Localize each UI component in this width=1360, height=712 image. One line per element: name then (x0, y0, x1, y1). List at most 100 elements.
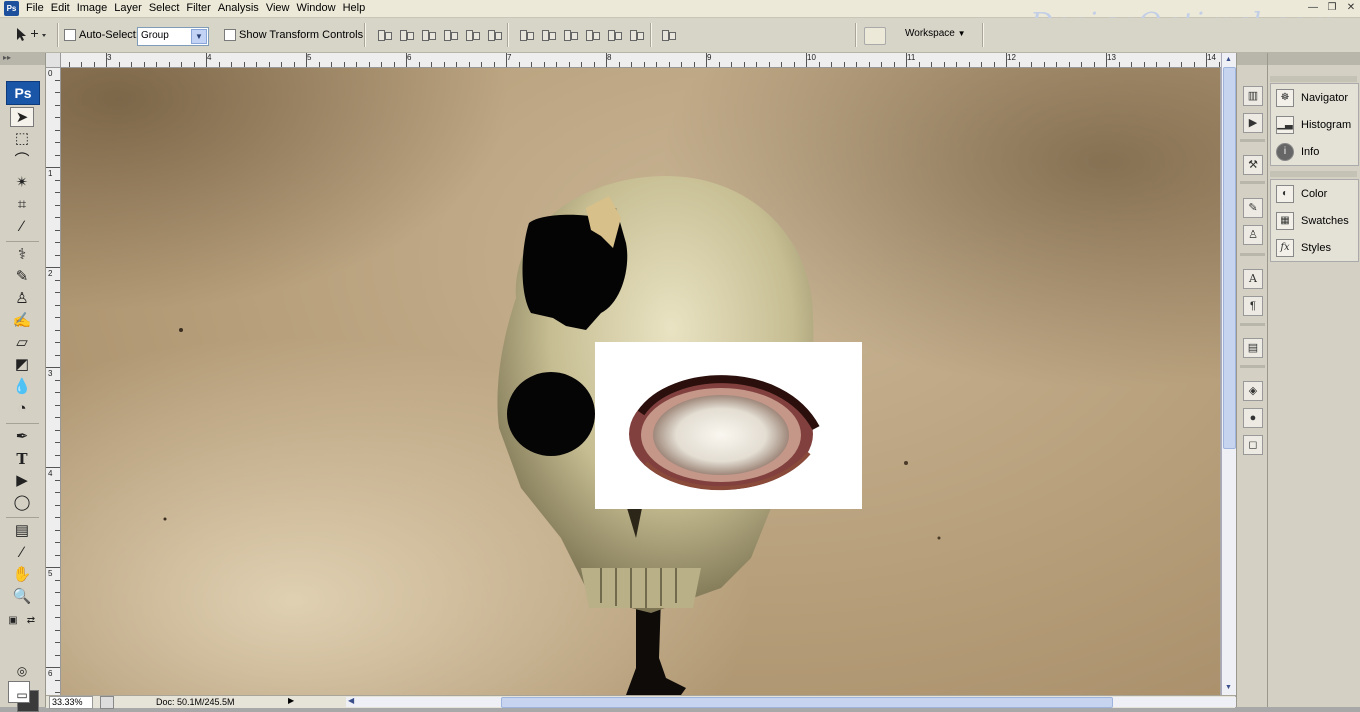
history-brush-tool-icon[interactable]: ✍ (10, 311, 34, 331)
screen-mode-icon[interactable]: ▭ (10, 685, 34, 705)
menu-file[interactable]: File (25, 0, 50, 17)
paragraph-panel-icon[interactable]: ¶ (1243, 296, 1263, 316)
notes-tool-icon[interactable]: ▤ (10, 521, 34, 541)
clone-source-icon[interactable]: ♙ (1243, 225, 1263, 245)
ruler-top[interactable]: 3 4 5 6 7 8 9 10 11 12 13 14 (46, 53, 1221, 68)
minimize-icon[interactable]: ― (1305, 1, 1321, 14)
distribute-hcenter-icon[interactable] (606, 27, 624, 42)
status-arrow-icon[interactable]: ▶ (288, 696, 294, 705)
auto-select-checkbox[interactable]: Auto-Select: (64, 18, 139, 52)
panel-histogram[interactable]: ▁▃ Histogram (1271, 111, 1358, 138)
auto-select-check-box[interactable] (64, 29, 76, 41)
distribute-bottom-icon[interactable] (562, 27, 580, 42)
workspace-menu[interactable]: Workspace ▼ (905, 28, 966, 39)
distribute-vcenter-icon[interactable] (540, 27, 558, 42)
quick-mask-icon[interactable]: ◎ (10, 661, 34, 681)
align-bottom-icon[interactable] (420, 27, 438, 42)
distribute-top-icon[interactable] (518, 27, 536, 42)
blur-tool-icon[interactable]: 💧 (10, 377, 34, 397)
align-right-icon[interactable] (486, 27, 504, 42)
distribute-right-icon[interactable] (628, 27, 646, 42)
move-tool-preset-icon[interactable] (14, 18, 46, 52)
paths-panel-icon[interactable]: ◻ (1243, 435, 1263, 455)
dodge-tool-icon[interactable]: ◔ (10, 399, 34, 419)
tool-presets-icon[interactable]: ⚒ (1243, 155, 1263, 175)
menu-help[interactable]: Help (342, 0, 372, 17)
ruler-left[interactable]: 0 1 2 3 4 5 6 (46, 67, 61, 695)
eyedropper-alt-tool-icon[interactable]: ∕ (10, 543, 34, 563)
actions-panel-icon[interactable]: ▶ (1243, 113, 1263, 133)
layer-comps-icon[interactable]: ▤ (1243, 338, 1263, 358)
healing-brush-tool-icon[interactable]: ⚕ (10, 245, 34, 265)
menu-view[interactable]: View (265, 0, 296, 17)
swap-colors-icon[interactable]: ⇄ (24, 611, 38, 631)
menu-filter[interactable]: Filter (185, 0, 216, 17)
panel-swatches[interactable]: ▦ Swatches (1271, 207, 1358, 234)
pen-tool-icon[interactable]: ✒ (10, 427, 34, 447)
history-panel-icon[interactable]: ▥ (1243, 86, 1263, 106)
panel-group-handle[interactable] (1270, 171, 1357, 177)
vertical-scroll-thumb[interactable] (1223, 67, 1236, 449)
clone-stamp-tool-icon[interactable]: ♙ (10, 289, 34, 309)
default-colors-icon[interactable]: ▣ (6, 611, 20, 631)
type-tool-icon[interactable]: T (10, 449, 34, 469)
ruler-tick (55, 142, 60, 143)
show-transform-check-box[interactable] (224, 29, 236, 41)
status-menu-icon[interactable] (100, 696, 114, 709)
distribute-left-icon[interactable] (584, 27, 602, 42)
align-left-icon[interactable] (442, 27, 460, 42)
restore-icon[interactable]: ❐ (1324, 1, 1340, 14)
eyedropper-tool-icon[interactable]: ∕ (10, 217, 34, 237)
panels-header[interactable] (1268, 53, 1360, 65)
align-vcenter-icon[interactable] (398, 27, 416, 42)
channels-panel-icon[interactable]: ● (1243, 408, 1263, 428)
show-transform-controls-checkbox[interactable]: Show Transform Controls (224, 18, 363, 52)
horizontal-scroll-thumb[interactable] (501, 697, 1113, 708)
move-tool-icon[interactable]: ➤ (10, 107, 34, 127)
zoom-level-field[interactable]: 33.33% (49, 696, 93, 709)
menu-analysis[interactable]: Analysis (217, 0, 265, 17)
close-icon[interactable]: ✕ (1343, 1, 1359, 14)
shape-tool-icon[interactable]: ◯ (10, 493, 34, 513)
menu-select[interactable]: Select (148, 0, 186, 17)
auto-align-icon[interactable] (660, 27, 678, 42)
toolbox: ▸▸ Ps ➤ ⬚ ⌒ ✴ ⌗ ∕ ⚕ ✎ ♙ ✍ ▱ ◩ 💧 ◔ ✒ T ▶ … (0, 53, 46, 712)
scroll-left-icon[interactable]: ◀ (348, 696, 354, 705)
panel-color[interactable]: ◐ Color (1271, 180, 1358, 207)
auto-select-label: Auto-Select: (79, 29, 139, 41)
menu-window[interactable]: Window (295, 0, 341, 17)
scroll-up-icon[interactable]: ▲ (1223, 54, 1234, 66)
vertical-scrollbar[interactable]: ▲ ▼ (1221, 53, 1236, 695)
brushes-panel-icon[interactable]: ✎ (1243, 198, 1263, 218)
toolbox-header[interactable]: ▸▸ (0, 53, 45, 65)
auto-select-dropdown[interactable]: Group ▼ (137, 27, 209, 46)
dock-header[interactable] (1237, 53, 1268, 65)
marquee-tool-icon[interactable]: ⬚ (10, 129, 34, 149)
panel-info[interactable]: i Info (1271, 138, 1358, 165)
hand-tool-icon[interactable]: ✋ (10, 565, 34, 585)
horizontal-scrollbar[interactable]: ◀ ▶ (346, 696, 1266, 708)
crop-tool-icon[interactable]: ⌗ (10, 195, 34, 215)
ruler-corner[interactable] (46, 53, 61, 68)
magic-wand-tool-icon[interactable]: ✴ (10, 173, 34, 193)
panel-group-handle[interactable] (1270, 76, 1357, 82)
menu-edit[interactable]: Edit (50, 0, 76, 17)
layers-panel-icon[interactable]: ◈ (1243, 381, 1263, 401)
zoom-tool-icon[interactable]: 🔍 (10, 587, 34, 607)
document-canvas[interactable] (61, 68, 1220, 695)
brush-tool-icon[interactable]: ✎ (10, 267, 34, 287)
path-selection-tool-icon[interactable]: ▶ (10, 471, 34, 491)
panel-navigator[interactable]: ☸ Navigator (1271, 84, 1358, 111)
lasso-tool-icon[interactable]: ⌒ (10, 151, 34, 171)
align-hcenter-icon[interactable] (464, 27, 482, 42)
binoculars-icon[interactable] (864, 27, 886, 45)
panel-styles[interactable]: fx Styles (1271, 234, 1358, 261)
scroll-down-icon[interactable]: ▼ (1223, 682, 1234, 694)
menu-layer[interactable]: Layer (113, 0, 148, 17)
menu-image[interactable]: Image (76, 0, 114, 17)
align-top-icon[interactable] (376, 27, 394, 42)
paint-bucket-tool-icon[interactable]: ◩ (10, 355, 34, 375)
ruler-tick (293, 62, 295, 67)
eraser-tool-icon[interactable]: ▱ (10, 333, 34, 353)
character-panel-icon[interactable]: A (1243, 269, 1263, 289)
